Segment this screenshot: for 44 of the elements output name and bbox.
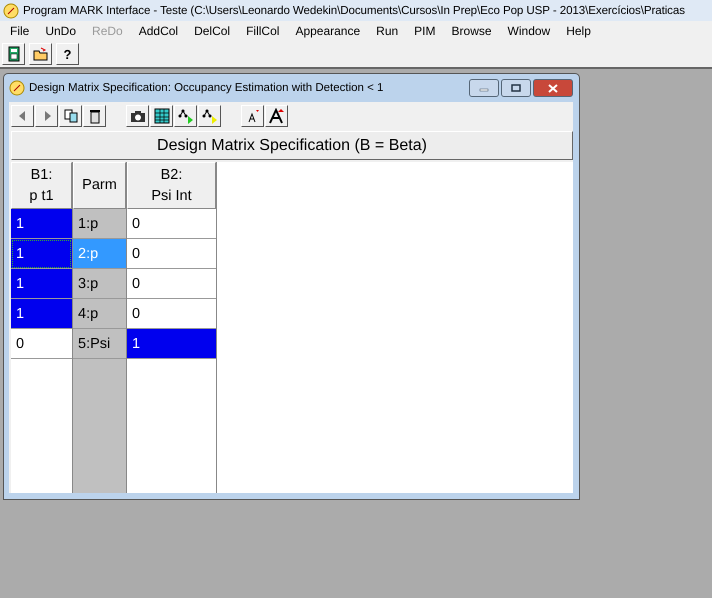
app-logo-icon — [3, 2, 19, 18]
table-cell[interactable]: 1 — [11, 239, 72, 269]
maximize-icon — [511, 84, 521, 92]
menu-item[interactable]: Window — [500, 24, 558, 38]
minimize-button[interactable] — [469, 79, 499, 97]
font-increase-icon[interactable] — [265, 105, 288, 127]
tree-play-icon[interactable] — [198, 105, 221, 127]
trash-icon[interactable] — [83, 105, 106, 127]
menu-item[interactable]: UnDo — [37, 24, 84, 38]
camera-icon[interactable] — [126, 105, 149, 127]
table-cell[interactable]: 1 — [11, 299, 72, 329]
maximize-button[interactable] — [501, 79, 531, 97]
column-header[interactable]: B2: Psi Int — [127, 162, 216, 209]
font-decrease-icon[interactable] — [241, 105, 264, 127]
tree-play-icon[interactable] — [174, 105, 197, 127]
menu-item[interactable]: Help — [558, 24, 599, 38]
help-icon[interactable]: ? — [56, 43, 79, 65]
column-header[interactable]: B1: p t1 — [11, 162, 72, 209]
menu-item[interactable]: FillCol — [238, 24, 288, 38]
close-button[interactable] — [533, 79, 573, 97]
menu-item[interactable]: AddCol — [130, 24, 186, 38]
copy-icon[interactable] — [59, 105, 82, 127]
row-header[interactable]: 5:Psi — [73, 329, 126, 359]
menu-item[interactable]: Run — [368, 24, 406, 38]
row-header[interactable]: 1:p — [73, 209, 126, 239]
window-title: Design Matrix Specification: Occupancy Estimation with Detection < 1 — [29, 82, 384, 94]
close-icon — [548, 84, 558, 92]
menu-item[interactable]: File — [2, 24, 38, 38]
menu-item[interactable]: DelCol — [186, 24, 238, 38]
calculator-icon[interactable] — [2, 43, 25, 65]
window-title: Program MARK Interface - Teste (C:\Users\Leonardo Wedekin\Documents\Cursos\In Prep\Eco Pop USP - 2013\Exercícios\Praticas — [23, 4, 685, 17]
row-header[interactable]: 4:p — [73, 299, 126, 329]
menu-item[interactable]: PIM — [406, 24, 444, 38]
table-cell[interactable]: 1 — [127, 329, 216, 359]
menu-item[interactable]: Browse — [444, 24, 500, 38]
folder-icon[interactable] — [29, 43, 52, 65]
table-cell[interactable]: 1 — [11, 269, 72, 299]
app-logo-icon — [9, 80, 25, 96]
row-header[interactable]: 3:p — [73, 269, 126, 299]
table-icon[interactable] — [150, 105, 173, 127]
column-header[interactable]: Parm — [73, 162, 126, 209]
menu-item[interactable]: Appearance — [287, 24, 368, 38]
table-cell[interactable]: 1 — [11, 209, 72, 239]
matrix-heading: Design Matrix Specification (B = Beta) — [11, 131, 573, 160]
